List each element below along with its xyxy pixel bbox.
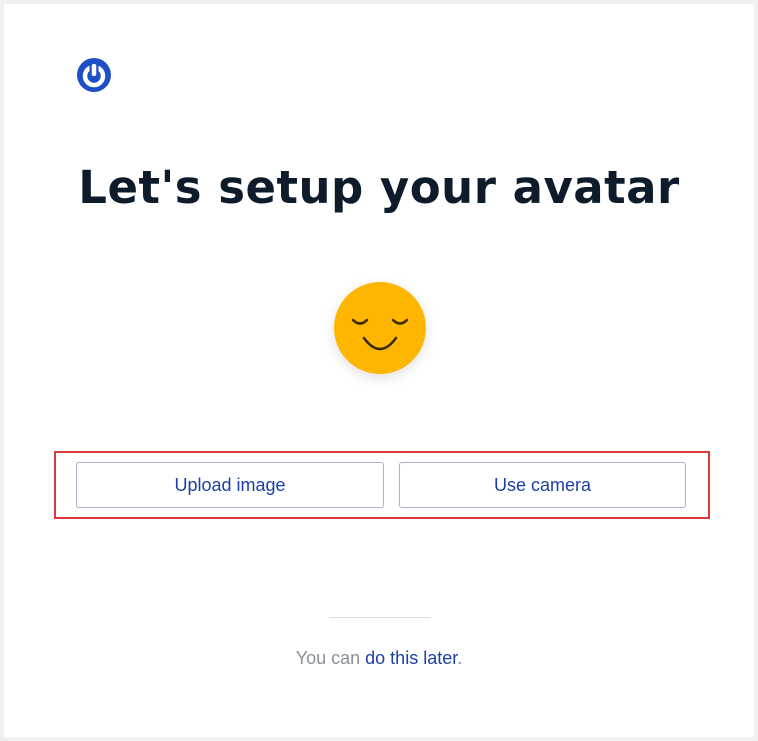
skip-prefix: You can xyxy=(295,648,366,668)
avatar xyxy=(334,282,426,374)
use-camera-button[interactable]: Use camera xyxy=(399,462,686,508)
skip-text: You can do this later. xyxy=(4,648,754,669)
power-icon xyxy=(74,55,114,95)
do-this-later-link[interactable]: do this later xyxy=(365,648,457,668)
skip-suffix: . xyxy=(457,648,463,668)
avatar-actions-group: Upload image Use camera xyxy=(54,451,710,519)
page-title: Let's setup your avatar xyxy=(78,161,680,214)
setup-card: Let's setup your avatar Upload image Use… xyxy=(4,4,754,737)
smiling-face-icon xyxy=(351,318,409,351)
divider xyxy=(329,617,431,618)
upload-image-button[interactable]: Upload image xyxy=(76,462,384,508)
